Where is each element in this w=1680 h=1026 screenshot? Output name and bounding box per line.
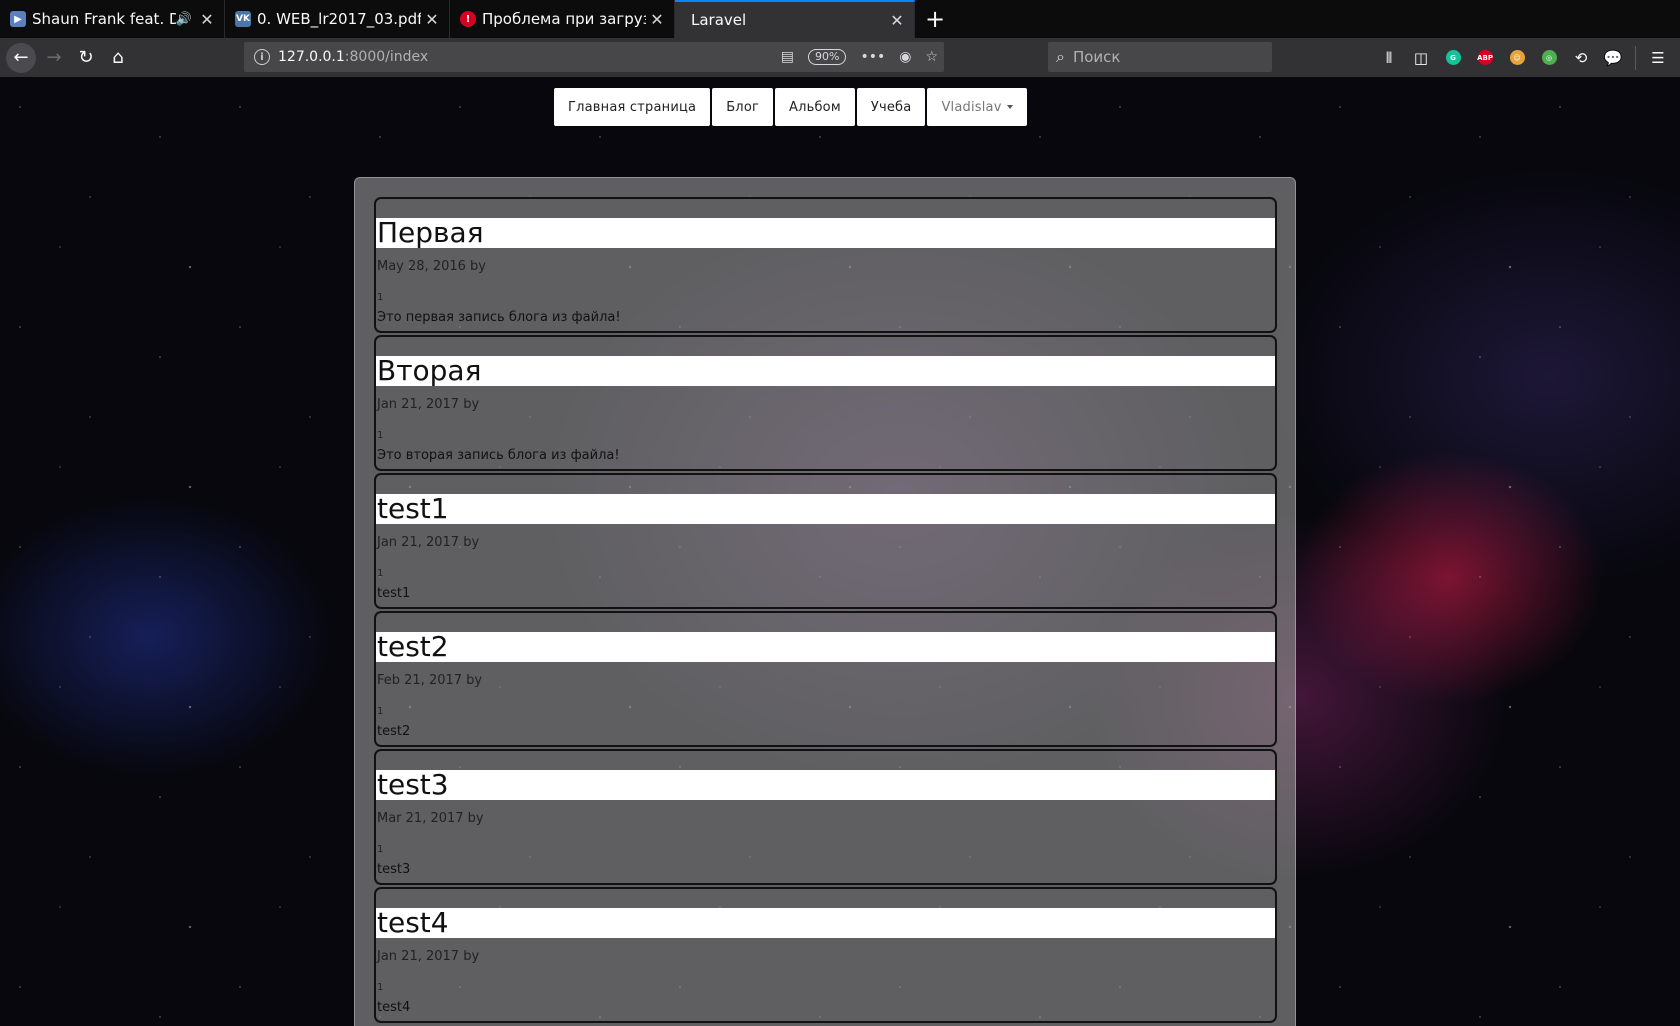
nav-home[interactable]: Главная страница <box>554 88 711 126</box>
search-icon: ⌕ <box>1056 47 1065 66</box>
user-name: Vladislav <box>941 99 1002 115</box>
green-extension[interactable]: ◎ <box>1533 42 1565 74</box>
tab-title: Shaun Frank feat. DYSON <box>32 10 176 28</box>
back-button[interactable]: ← <box>6 42 36 73</box>
post-number: 1 <box>377 982 384 993</box>
sidebar-icon[interactable]: ◫ <box>1405 42 1437 74</box>
post-body: Это вторая запись блога из файла! <box>377 448 620 463</box>
close-icon[interactable]: ✕ <box>421 10 443 29</box>
adblock-icon: ABP <box>1477 50 1493 65</box>
post-body: test4 <box>377 1000 411 1015</box>
post-number: 1 <box>377 706 384 717</box>
post-title[interactable]: test4 <box>376 908 1275 938</box>
close-icon[interactable]: ✕ <box>886 11 908 30</box>
tab-strip: ▶ Shaun Frank feat. DYSON 🔊 ✕ VK 0. WEB_… <box>0 0 1680 38</box>
play-icon: ▶ <box>10 11 26 27</box>
monkey-icon: ☺ <box>1509 50 1525 65</box>
vk-icon: VK <box>235 11 251 27</box>
sync-icon[interactable]: ⟲ <box>1565 42 1597 74</box>
post-date: Feb 21, 2017 by <box>377 673 483 688</box>
menu-icon[interactable]: ☰ <box>1642 42 1674 74</box>
nav-blog[interactable]: Блог <box>712 88 773 126</box>
close-icon[interactable]: ✕ <box>646 10 668 29</box>
post-number: 1 <box>377 844 384 855</box>
post-date: May 28, 2016 by <box>377 259 486 274</box>
more-actions-icon[interactable]: ••• <box>860 49 885 65</box>
tampermonkey-extension[interactable]: ☺ <box>1501 42 1533 74</box>
posts-container: Первая May 28, 2016 by 1 Это первая запи… <box>354 177 1296 1026</box>
globe-icon: ◎ <box>1541 50 1557 65</box>
toolbar-icons: ⫴ ◫ G ABP ☺ ◎ ⟲ 💬 ☰ <box>1373 38 1680 77</box>
post-title[interactable]: test2 <box>376 632 1275 662</box>
tab-error[interactable]: ! Проблема при загрузке страницы ✕ <box>450 0 675 38</box>
site-nav: Главная страница Блог Альбом Учеба Vladi… <box>554 88 1027 126</box>
page-viewport: Главная страница Блог Альбом Учеба Vladi… <box>0 77 1680 1026</box>
speaker-icon[interactable]: 🔊 <box>176 12 192 27</box>
tab-title: 0. WEB_lr2017_03.pdf <box>257 10 421 28</box>
tab-laravel[interactable]: Laravel ✕ <box>675 0 915 38</box>
pocket-icon[interactable]: ◉ <box>899 49 911 65</box>
bookmark-star-icon[interactable]: ☆ <box>925 49 938 65</box>
post-number: 1 <box>377 292 384 303</box>
address-bar[interactable]: i 127.0.0.1:8000/index ▤ 90% ••• ◉ ☆ <box>244 42 944 72</box>
user-dropdown[interactable]: Vladislav <box>927 88 1027 126</box>
forward-button[interactable]: → <box>38 42 70 74</box>
post-title[interactable]: Вторая <box>376 356 1275 386</box>
post-number: 1 <box>377 430 384 441</box>
blog-post: test2 Feb 21, 2017 by 1 test2 <box>374 611 1277 747</box>
chat-icon[interactable]: 💬 <box>1597 42 1629 74</box>
post-body: test2 <box>377 724 411 739</box>
close-icon[interactable]: ✕ <box>196 10 218 29</box>
url-path: :8000/index <box>344 49 429 65</box>
post-body: Это первая запись блога из файла! <box>377 310 621 325</box>
blog-post: Первая May 28, 2016 by 1 Это первая запи… <box>374 197 1277 333</box>
post-title[interactable]: test1 <box>376 494 1275 524</box>
tab-title: Проблема при загрузке страницы <box>482 10 646 28</box>
reader-view-icon[interactable]: ▤ <box>781 49 794 65</box>
nav-album[interactable]: Альбом <box>775 88 855 126</box>
library-icon[interactable]: ⫴ <box>1373 42 1405 74</box>
post-title[interactable]: Первая <box>376 218 1275 248</box>
post-body: test1 <box>377 586 411 601</box>
blog-post: test1 Jan 21, 2017 by 1 test1 <box>374 473 1277 609</box>
post-title[interactable]: test3 <box>376 770 1275 800</box>
info-icon[interactable]: i <box>254 49 270 65</box>
blog-post: Вторая Jan 21, 2017 by 1 Это вторая запи… <box>374 335 1277 471</box>
caret-down-icon <box>1006 105 1013 109</box>
new-tab-button[interactable]: + <box>915 0 955 38</box>
post-date: Jan 21, 2017 by <box>377 949 480 964</box>
url-host: 127.0.0.1 <box>278 49 345 65</box>
nav-study[interactable]: Учеба <box>856 88 926 126</box>
tab-title: Laravel <box>691 11 747 29</box>
post-body: test3 <box>377 862 411 877</box>
blog-post: test4 Jan 21, 2017 by 1 test4 <box>374 887 1277 1023</box>
search-field[interactable]: ⌕ Поиск <box>1048 42 1272 72</box>
post-date: Jan 21, 2017 by <box>377 397 480 412</box>
warning-icon: ! <box>460 11 476 27</box>
adblock-extension[interactable]: ABP <box>1469 42 1501 74</box>
post-date: Jan 21, 2017 by <box>377 535 480 550</box>
home-button[interactable]: ⌂ <box>102 42 134 74</box>
post-date: Mar 21, 2017 by <box>377 811 484 826</box>
search-placeholder: Поиск <box>1072 48 1121 66</box>
tab-pdf[interactable]: VK 0. WEB_lr2017_03.pdf ✕ <box>225 0 450 38</box>
grammarly-extension[interactable]: G <box>1437 42 1469 74</box>
post-number: 1 <box>377 568 384 579</box>
grammarly-icon: G <box>1445 50 1461 65</box>
navigation-toolbar: ← → ↻ ⌂ i 127.0.0.1:8000/index ▤ 90% •••… <box>0 38 1680 77</box>
reload-button[interactable]: ↻ <box>70 42 102 74</box>
tab-music[interactable]: ▶ Shaun Frank feat. DYSON 🔊 ✕ <box>0 0 225 38</box>
toolbar-separator <box>1635 45 1636 70</box>
blog-post: test3 Mar 21, 2017 by 1 test3 <box>374 749 1277 885</box>
zoom-indicator[interactable]: 90% <box>807 49 847 65</box>
